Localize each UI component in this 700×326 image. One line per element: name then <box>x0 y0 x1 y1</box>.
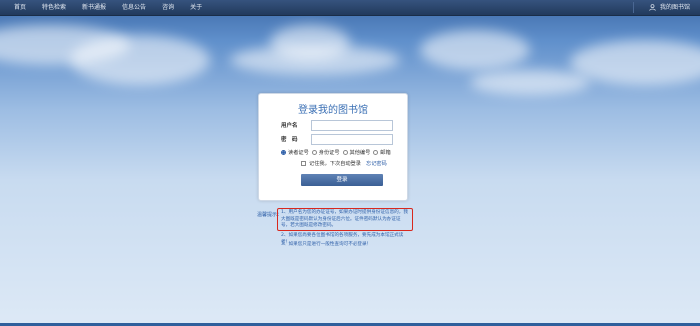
cloud <box>70 35 210 85</box>
remember-me: 记住我，下次自动登录 <box>301 160 361 167</box>
radio-id-card-label: 身份证号 <box>318 150 340 156</box>
password-label: 密 码 <box>281 137 298 143</box>
cloud <box>420 30 530 70</box>
radio-other-number-label: 其他编号 <box>349 150 371 156</box>
cloud <box>570 40 700 85</box>
login-title: 登录我的图书馆 <box>298 105 368 116</box>
nav-consult[interactable]: 咨询 <box>154 0 182 15</box>
cloud <box>470 70 590 95</box>
nav-home[interactable]: 首页 <box>6 0 34 15</box>
id-type-group: 读者证号 身份证号 其他编号 邮箱 <box>281 149 391 156</box>
remember-checkbox[interactable] <box>301 161 306 166</box>
nav-new-books[interactable]: 新书通报 <box>74 0 114 15</box>
forgot-password-link[interactable]: 忘记密码 <box>366 160 387 167</box>
remember-label: 记住我，下次自动登录 <box>309 161 361 167</box>
highlight-box <box>277 208 413 231</box>
radio-other-number[interactable] <box>342 150 348 155</box>
radio-email[interactable] <box>373 150 379 155</box>
nav-special-search[interactable]: 特色检索 <box>34 0 74 15</box>
username-label: 用户名 <box>281 123 298 129</box>
password-input[interactable] <box>311 134 393 145</box>
cloud <box>230 45 400 75</box>
login-panel: 登录我的图书馆 用户名 密 码 读者证号 身份证号 其他编号 邮箱 记住我，下次… <box>258 93 408 201</box>
username-input[interactable] <box>311 120 393 131</box>
radio-email-label: 邮箱 <box>380 150 391 156</box>
tip-item: 3、如果您只是进行一般性查询可不必登录！ <box>281 242 372 247</box>
divider <box>633 2 634 13</box>
radio-reader-card[interactable] <box>281 150 286 155</box>
my-library-link[interactable]: 我的图书馆 <box>649 0 690 15</box>
main-nav: 首页 特色检索 新书通报 信息公告 咨询 关于 <box>6 0 210 15</box>
radio-id-card[interactable] <box>311 150 317 155</box>
nav-about[interactable]: 关于 <box>182 0 210 15</box>
login-button[interactable]: 登录 <box>301 174 383 186</box>
top-nav-bar: 首页 特色检索 新书通报 信息公告 咨询 关于 我的图书馆 <box>0 0 700 16</box>
radio-reader-card-label: 读者证号 <box>288 150 309 156</box>
nav-announcements[interactable]: 信息公告 <box>114 0 154 15</box>
my-library-label: 我的图书馆 <box>659 4 690 11</box>
user-icon <box>649 4 656 11</box>
